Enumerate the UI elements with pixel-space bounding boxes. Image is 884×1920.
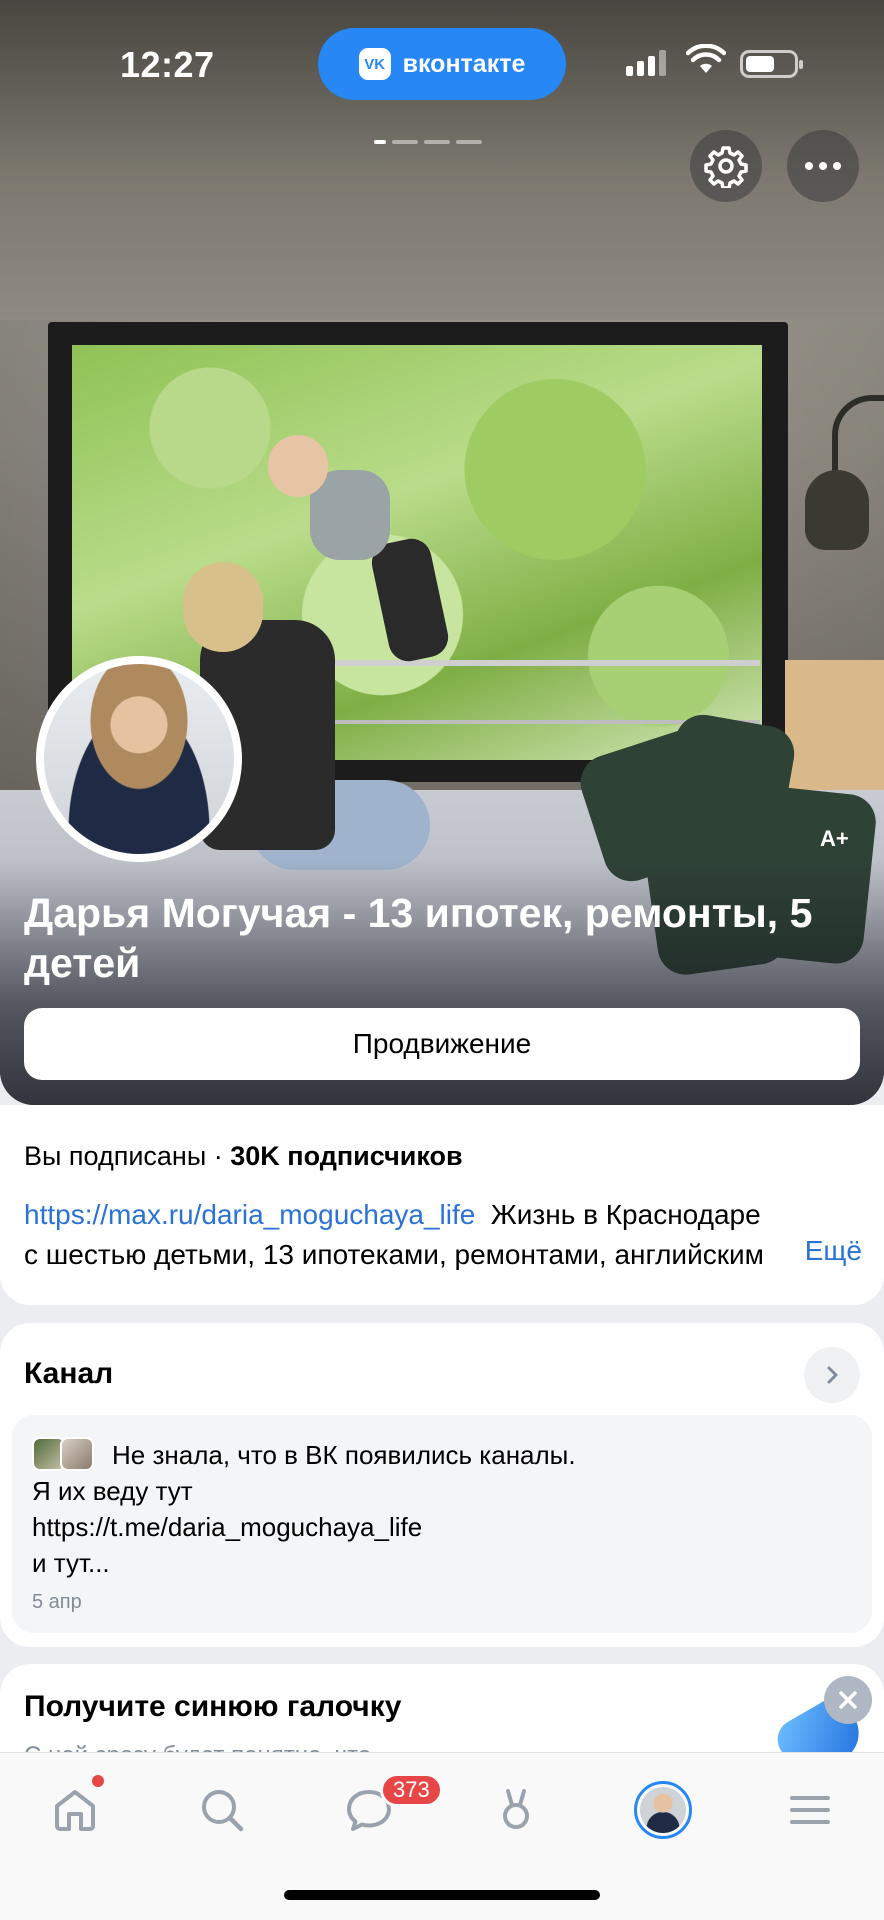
post-text: Не знала, что в ВК появились каналы. Я и… <box>32 1437 852 1581</box>
avatar-image <box>44 664 234 854</box>
description-line-2: с шестью детьми, 13 ипотеками, ремонтами… <box>24 1239 764 1270</box>
profile-info: Вы подписаны · 30K подписчиков https://m… <box>0 1105 884 1305</box>
menu-icon <box>790 1796 830 1824</box>
tab-clips[interactable] <box>481 1775 551 1845</box>
followers-count: 30K подписчиков <box>230 1141 463 1171</box>
cover-railing <box>310 660 760 666</box>
cover-person-head <box>183 562 263 652</box>
show-more-link[interactable]: Ещё <box>796 1235 862 1267</box>
vk-logo-icon: VK <box>358 48 391 80</box>
promo-title: Получите синюю галочку <box>24 1690 402 1723</box>
wifi-icon <box>686 44 726 73</box>
settings-button[interactable] <box>690 130 762 202</box>
gear-icon <box>704 146 748 188</box>
signal-icon <box>626 50 666 76</box>
profile-avatar[interactable] <box>36 656 242 862</box>
cover-headboard <box>785 660 884 800</box>
channel-post-card[interactable]: Не знала, что в ВК появились каналы. Я и… <box>12 1415 872 1633</box>
home-indicator <box>284 1890 600 1900</box>
description-line-1: Жизнь в Краснодаре <box>490 1199 761 1230</box>
profile-link[interactable]: https://max.ru/daria_moguchaya_life <box>24 1199 475 1230</box>
tab-profile[interactable] <box>628 1775 698 1845</box>
vk-app-pill-label: вконтакте <box>402 49 526 78</box>
cover-lamp-arm <box>832 395 884 475</box>
channel-section: Канал Не знала, что в ВК появились канал… <box>0 1323 884 1647</box>
post-line: и тут... <box>32 1548 110 1578</box>
post-line: Я их веду тут <box>32 1476 193 1506</box>
clips-icon <box>503 1789 529 1829</box>
profile-avatar-icon <box>634 1781 692 1839</box>
vk-app-pill[interactable]: VK вконтакте <box>318 28 566 100</box>
post-date: 5 апр <box>32 1591 82 1613</box>
cover-lamp <box>805 470 869 550</box>
search-icon <box>202 1790 244 1832</box>
home-notification-dot <box>92 1775 104 1787</box>
subscription-status[interactable]: Вы подписаны · 30K подписчиков <box>24 1141 463 1172</box>
more-icon <box>802 157 844 175</box>
cover-aplus-badge: A+ <box>820 826 849 851</box>
battery-icon <box>740 50 803 78</box>
close-icon <box>839 1691 857 1709</box>
post-line: https://t.me/daria_moguchaya_life <box>32 1512 423 1542</box>
profile-name: Дарья Могучая - 13 ипотек, ремонты, 5 де… <box>24 890 813 986</box>
tab-search[interactable] <box>187 1775 257 1845</box>
home-icon <box>55 1790 95 1831</box>
channel-open-button[interactable] <box>804 1347 860 1403</box>
post-line: Не знала, что в ВК появились каналы. <box>112 1440 576 1470</box>
messages-badge: 373 <box>380 1773 443 1807</box>
close-promo-button[interactable] <box>824 1676 872 1724</box>
promotion-button[interactable]: Продвижение <box>24 1008 860 1080</box>
more-options-button[interactable] <box>787 130 859 202</box>
channel-title: Канал <box>24 1357 114 1390</box>
cover-baby-head <box>268 435 328 497</box>
tab-menu[interactable] <box>775 1775 845 1845</box>
subscribed-label: Вы подписаны · <box>24 1141 231 1171</box>
status-time: 12:27 <box>120 44 215 85</box>
chevron-right-icon <box>827 1366 838 1384</box>
profile-description: https://max.ru/daria_moguchaya_life Жизн… <box>24 1195 860 1275</box>
cover-pagination <box>374 140 482 144</box>
